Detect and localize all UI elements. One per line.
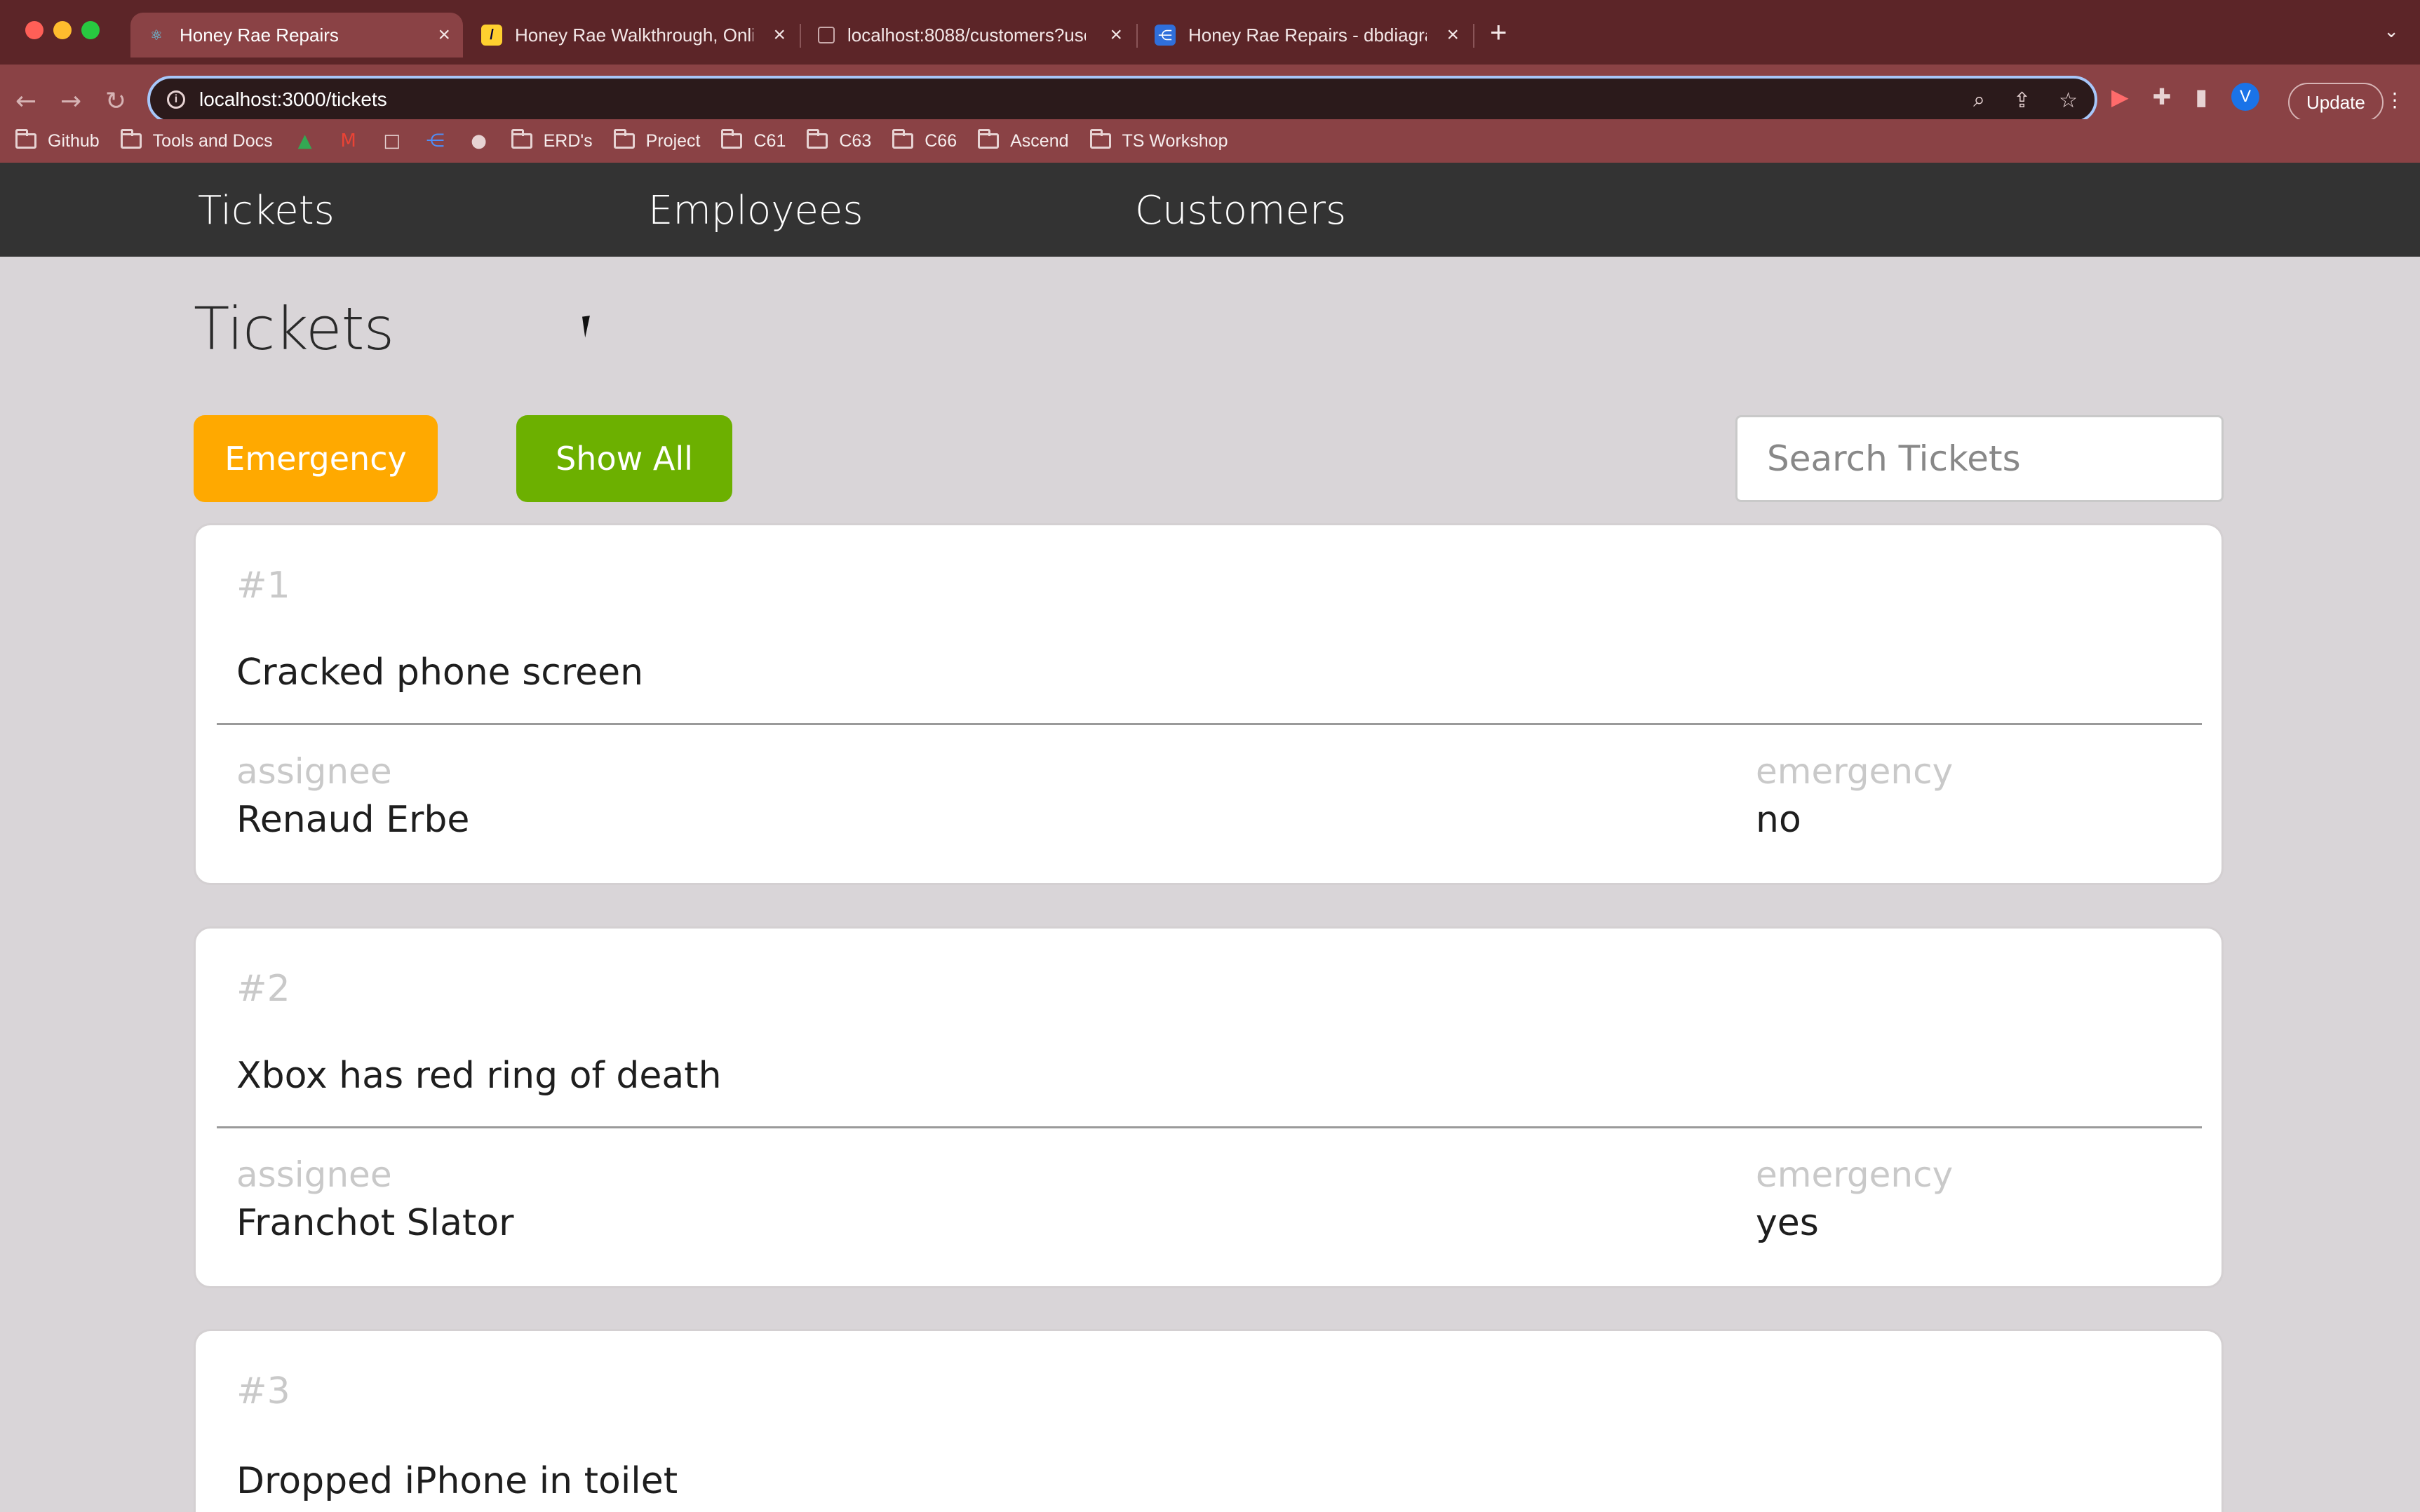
react-icon: ⚛ xyxy=(150,27,163,43)
bookmark-folder[interactable]: TS Workshop xyxy=(1089,129,1228,151)
nav-link-employees[interactable]: Employees xyxy=(648,188,863,234)
close-icon[interactable]: × xyxy=(773,23,786,47)
emergency-label: emergency xyxy=(1756,1154,1954,1195)
emergency-filter-button[interactable]: Emergency xyxy=(194,415,438,502)
minimize-window-button[interactable] xyxy=(53,21,72,39)
square-icon[interactable]: □ xyxy=(381,130,403,152)
bookmark-folder[interactable]: C66 xyxy=(892,129,957,151)
close-icon[interactable]: × xyxy=(1110,23,1122,47)
browser-tab-strip: ⚛ Honey Rae Repairs × / Honey Rae Walkth… xyxy=(0,0,2420,65)
assignee-value: Renaud Erbe xyxy=(236,799,470,841)
zoom-icon[interactable]: ⌕ xyxy=(1973,88,1985,113)
ticket-number: #1 xyxy=(236,565,290,607)
ticket-description: Cracked phone screen xyxy=(236,652,644,694)
tab-separator xyxy=(800,24,801,48)
new-tab-button[interactable]: + xyxy=(1490,15,1507,49)
ticket-number: #3 xyxy=(236,1370,290,1412)
assignee-label: assignee xyxy=(236,751,392,792)
folder-icon xyxy=(892,129,914,149)
browser-tab[interactable]: / Honey Rae Walkthrough, Onlin × xyxy=(466,13,798,58)
back-arrow-icon[interactable]: ← xyxy=(15,87,36,116)
search-tickets-input[interactable] xyxy=(1735,415,2224,502)
ticket-description: Xbox has red ring of death xyxy=(236,1055,722,1097)
browser-tab[interactable]: ⋲ Honey Rae Repairs - dbdiagran × xyxy=(1139,13,1472,58)
extensions-area: ▶ ✚ ▮ V xyxy=(2111,83,2260,111)
folder-icon xyxy=(511,129,532,149)
address-bar[interactable]: i localhost:3000/tickets ⌕ ⇪ ☆ xyxy=(147,76,2097,123)
emergency-value: no xyxy=(1756,799,1801,841)
tab-title: Honey Rae Repairs - dbdiagran xyxy=(1188,24,1427,46)
tab-title: localhost:8088/customers?use xyxy=(847,24,1086,46)
tab-title: Honey Rae Repairs xyxy=(180,24,339,46)
dbdiagram-icon: ⋲ xyxy=(1155,25,1176,46)
bookmark-folder[interactable]: Tools and Docs xyxy=(120,129,273,151)
extension-icon[interactable]: ▶ xyxy=(2111,83,2129,110)
puzzle-icon[interactable]: ✚ xyxy=(2153,83,2172,110)
ticket-divider xyxy=(217,1126,2202,1128)
info-icon[interactable]: i xyxy=(167,90,185,109)
assignee-value: Franchot Slator xyxy=(236,1202,514,1244)
share-icon[interactable]: ⋲ xyxy=(424,130,447,152)
bookmark-folder[interactable]: Github xyxy=(15,129,100,151)
folder-icon xyxy=(807,129,828,149)
folder-icon xyxy=(1089,129,1111,149)
share-icon[interactable]: ⇪ xyxy=(2013,88,2031,113)
bookmark-folder[interactable]: C61 xyxy=(721,129,786,151)
page-icon xyxy=(818,27,835,43)
page-title: Tickets xyxy=(194,295,394,363)
browser-tab-active[interactable]: ⚛ Honey Rae Repairs × xyxy=(130,13,463,58)
nav-link-tickets[interactable]: Tickets xyxy=(198,188,335,234)
maximize-window-button[interactable] xyxy=(81,21,100,39)
address-bar-actions: ⌕ ⇪ ☆ xyxy=(1973,88,2078,113)
nav-link-customers[interactable]: Customers xyxy=(1135,188,1346,234)
tab-separator xyxy=(1473,24,1474,48)
google-drive-icon[interactable]: ▲ xyxy=(294,130,316,152)
close-window-button[interactable] xyxy=(25,21,43,39)
assignee-label: assignee xyxy=(236,1154,392,1195)
bookmark-folder[interactable]: C63 xyxy=(807,129,871,151)
avatar[interactable]: V xyxy=(2231,83,2260,111)
ticket-number: #2 xyxy=(236,968,290,1010)
chevron-down-icon[interactable]: ⌄ xyxy=(2384,21,2399,42)
emergency-label: emergency xyxy=(1756,751,1954,792)
folder-icon xyxy=(978,129,1000,149)
close-icon[interactable]: × xyxy=(438,23,450,47)
github-icon[interactable]: ● xyxy=(468,130,490,152)
folder-icon xyxy=(721,129,743,149)
update-button[interactable]: Update xyxy=(2288,83,2384,122)
bookmark-folder[interactable]: Ascend xyxy=(978,129,1069,151)
folder-icon xyxy=(120,129,142,149)
browser-tab[interactable]: localhost:8088/customers?use × xyxy=(802,13,1135,58)
bookmarks-bar: Github Tools and Docs ▲ M □ ⋲ ● ERD's Pr… xyxy=(0,119,2420,163)
reload-icon[interactable]: ↻ xyxy=(105,87,126,116)
ticket-card: #1 Cracked phone screen assignee Renaud … xyxy=(194,523,2224,885)
ticket-divider xyxy=(217,723,2202,725)
folder-icon xyxy=(613,129,635,149)
url-text[interactable]: localhost:3000/tickets xyxy=(199,88,387,111)
ticket-card: #2 Xbox has red ring of death assignee F… xyxy=(194,926,2224,1288)
bookmark-folder[interactable]: Project xyxy=(613,129,700,151)
bookmark-folder[interactable]: ERD's xyxy=(511,129,593,151)
forward-arrow-icon[interactable]: → xyxy=(60,87,81,116)
side-panel-icon[interactable]: ▮ xyxy=(2195,83,2207,110)
gmail-icon[interactable]: M xyxy=(337,130,360,152)
ticket-card: #3 Dropped iPhone in toilet xyxy=(194,1329,2224,1512)
emergency-value: yes xyxy=(1756,1202,1819,1244)
miro-icon: / xyxy=(481,25,502,46)
mouse-cursor-icon xyxy=(582,314,600,338)
folder-icon xyxy=(15,129,36,149)
tab-separator xyxy=(1136,24,1138,48)
show-all-button[interactable]: Show All xyxy=(516,415,732,502)
more-menu-icon[interactable]: ⋮ xyxy=(2385,88,2405,112)
bookmark-star-icon[interactable]: ☆ xyxy=(2059,88,2078,113)
tab-title: Honey Rae Walkthrough, Onlin xyxy=(515,24,753,46)
app-navbar: Tickets Employees Customers xyxy=(0,163,2420,257)
ticket-description: Dropped iPhone in toilet xyxy=(236,1460,678,1502)
close-icon[interactable]: × xyxy=(1446,23,1459,47)
